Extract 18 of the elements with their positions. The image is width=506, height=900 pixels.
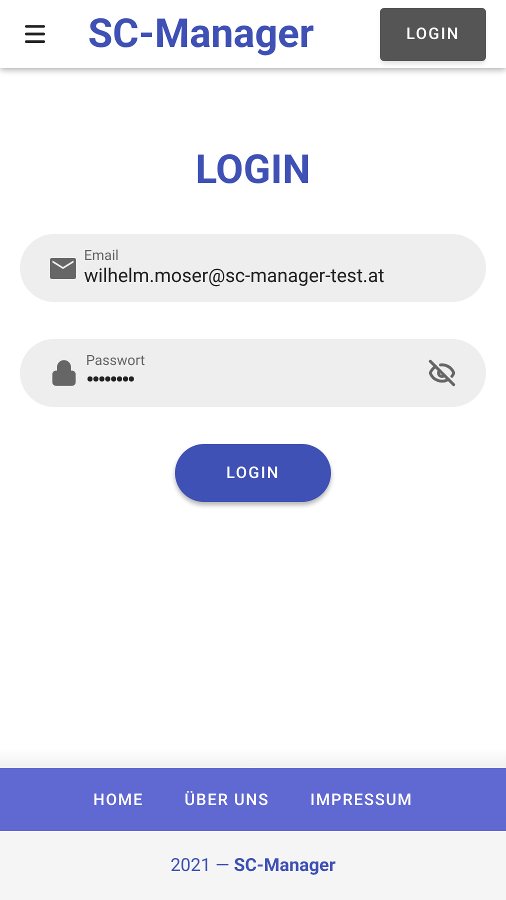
field-label: Email (84, 248, 120, 264)
email-field[interactable]: Email wilhelm.moser@sc-manager-test.at (20, 234, 486, 302)
footer-link[interactable]: ÜBER UNS (184, 788, 270, 812)
login-heading: LOGIN (195, 150, 311, 190)
submit-button[interactable]: LOGIN (175, 444, 331, 502)
footer-link[interactable]: HOME (93, 788, 144, 812)
field-label: Passwort (86, 353, 146, 369)
eye-off-icon (428, 359, 456, 387)
toggle-password-button[interactable] (428, 359, 456, 387)
app-title: SC-Manager (88, 14, 314, 54)
email-value: wilhelm.moser@sc-manager-test.at (84, 264, 384, 288)
footer-link[interactable]: IMPRESSUM (310, 788, 413, 812)
password-field[interactable]: Passwort •••••••• (20, 339, 486, 407)
lock-icon (50, 359, 78, 387)
password-value: •••••••• (86, 369, 135, 393)
copyright-text: 2021 — SC-Manager (170, 854, 336, 878)
login-button[interactable]: LOGIN (380, 8, 486, 60)
mail-icon (50, 258, 76, 278)
